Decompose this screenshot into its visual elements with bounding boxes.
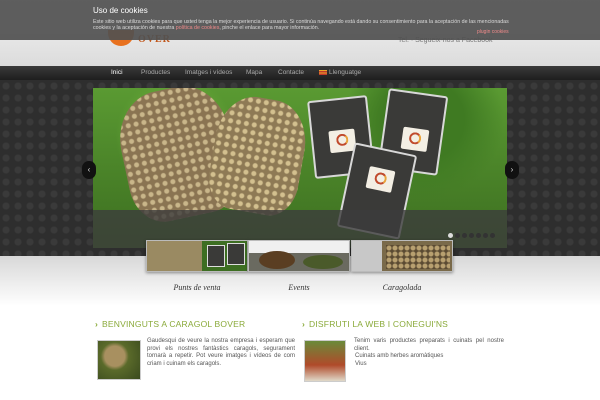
thumb-caragolada[interactable] bbox=[351, 240, 453, 272]
cookie-title: Uso de cookies bbox=[93, 6, 148, 15]
cookie-plugin-link[interactable]: plugin cookies bbox=[477, 29, 509, 35]
thumb-events[interactable] bbox=[248, 240, 350, 272]
cookie-text: Este sitio web utiliza cookies para que … bbox=[93, 19, 513, 31]
enjoy-image bbox=[304, 340, 346, 382]
cookie-text-tail: , pinche el enlace para mayor informació… bbox=[219, 25, 320, 31]
enjoy-title: DISFRUTI LA WEB I CONEGUI'NS bbox=[309, 319, 449, 329]
thumb-pack-image bbox=[207, 245, 225, 267]
welcome-heading: › BENVINGUTS A CARAGOL BOVER bbox=[95, 319, 245, 329]
nav-item-inici[interactable]: Inici bbox=[111, 69, 123, 76]
thumb-label-punts[interactable]: Punts de venta bbox=[146, 283, 248, 292]
thumb-pack-image bbox=[227, 243, 245, 265]
enjoy-text: Tenim varis productes preparats i cuinat… bbox=[354, 338, 504, 352]
slider-dot[interactable] bbox=[448, 233, 453, 238]
chevron-right-icon: › bbox=[302, 319, 306, 329]
welcome-image bbox=[97, 340, 141, 380]
slider-dot[interactable] bbox=[483, 233, 488, 238]
slider-dot[interactable] bbox=[490, 233, 495, 238]
thumb-label-events[interactable]: Events bbox=[248, 283, 350, 292]
slider-dots bbox=[448, 225, 497, 243]
chevron-right-icon: › bbox=[95, 319, 99, 329]
language-label: Llenguatge bbox=[329, 69, 362, 76]
pack-label bbox=[400, 126, 430, 153]
nav-item-mapa[interactable]: Mapa bbox=[246, 69, 262, 76]
thumb-punts-de-venta[interactable] bbox=[146, 240, 248, 272]
thumb-leaf-image bbox=[303, 255, 343, 269]
nav-item-contacte[interactable]: Contacte bbox=[278, 69, 304, 76]
thumb-snails-image bbox=[386, 245, 450, 269]
enjoy-item-vius: Vius bbox=[355, 361, 367, 367]
slider-dot[interactable] bbox=[455, 233, 460, 238]
enjoy-item-herbes: Cuinats amb herbes aromàtiques bbox=[355, 353, 444, 359]
enjoy-heading: › DISFRUTI LA WEB I CONEGUI'NS bbox=[302, 319, 448, 329]
snail-logo-icon bbox=[335, 133, 349, 147]
thumb-snail-image bbox=[259, 251, 295, 269]
slider-dot[interactable] bbox=[469, 233, 474, 238]
nav-item-imatges[interactable]: Imatges i vídeos bbox=[185, 69, 232, 76]
slider-next-button[interactable]: › bbox=[505, 161, 519, 179]
welcome-text: Gaudesqui de veure la nostra empresa i e… bbox=[147, 338, 295, 367]
flag-icon bbox=[319, 69, 327, 75]
nav-item-productes[interactable]: Productes bbox=[141, 69, 170, 76]
slider-dot[interactable] bbox=[462, 233, 467, 238]
nav-item-language[interactable]: Llenguatge bbox=[319, 69, 361, 76]
thumb-label-caragolada[interactable]: Caragolada bbox=[351, 283, 453, 292]
slider-prev-button[interactable]: ‹ bbox=[82, 161, 96, 179]
slider-dot[interactable] bbox=[476, 233, 481, 238]
cookie-policy-link[interactable]: política de cookies bbox=[176, 25, 220, 31]
snail-logo-icon bbox=[408, 131, 422, 146]
cookie-banner: Uso de cookies Este sitio web utiliza co… bbox=[0, 0, 600, 40]
snail-logo-icon bbox=[373, 171, 388, 186]
welcome-title: BENVINGUTS A CARAGOL BOVER bbox=[102, 319, 246, 329]
main-nav: Inici Productes Imatges i vídeos Mapa Co… bbox=[0, 66, 600, 80]
pack-label bbox=[365, 166, 396, 193]
